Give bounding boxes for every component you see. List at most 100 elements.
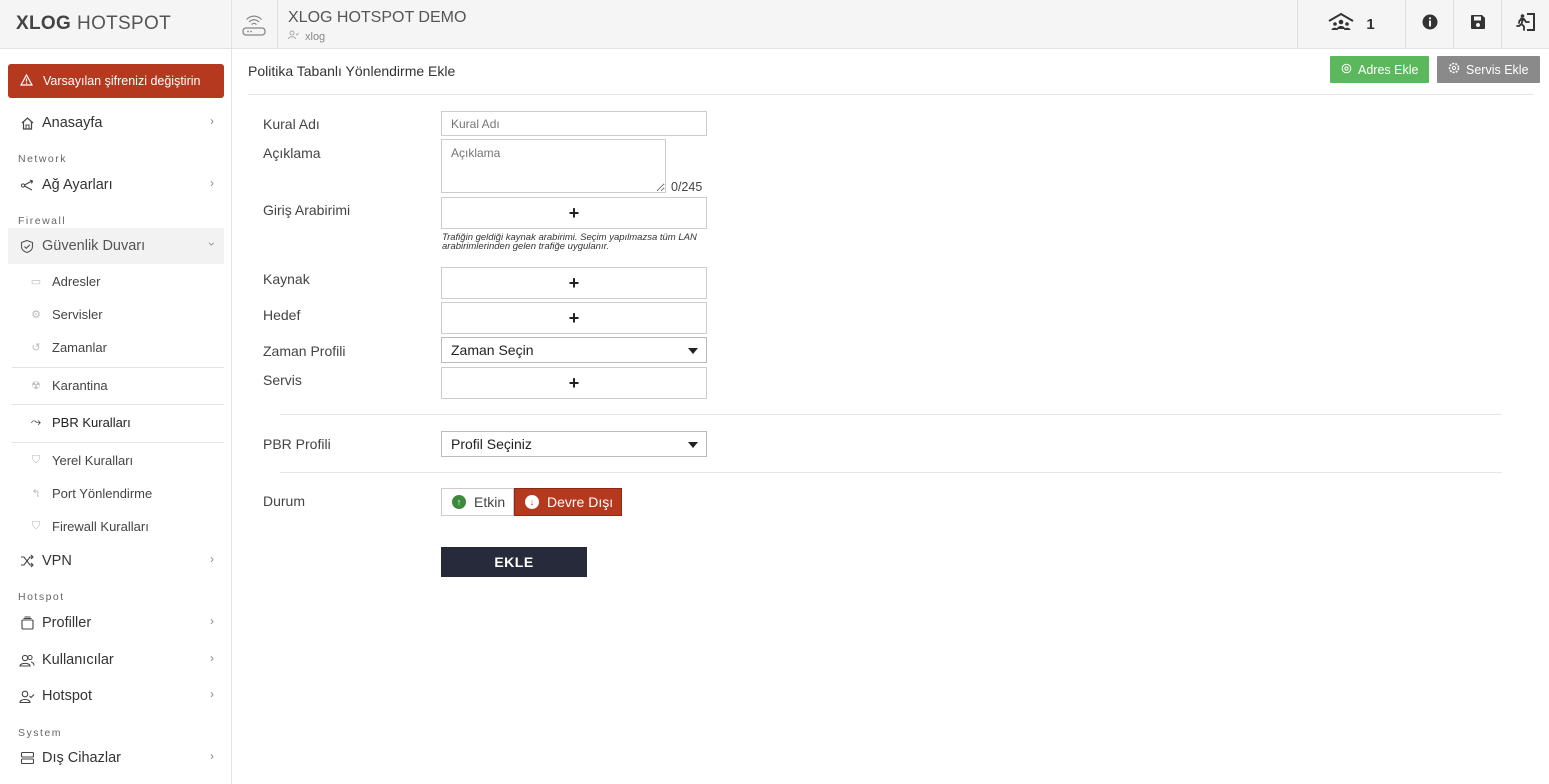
info-button[interactable]: [1405, 0, 1453, 48]
chevron-right-icon: ›: [210, 687, 214, 701]
app-title: XLOG HOTSPOT DEMO: [288, 9, 467, 26]
input-interface-label: Giriş Arabirimi: [263, 202, 351, 218]
sidebar-subitem-quarantine[interactable]: ☢ Karantina: [28, 370, 224, 400]
brand-logo[interactable]: XLOG HOTSPOT: [0, 0, 231, 49]
add-input-interface-button[interactable]: +: [441, 197, 707, 229]
cog-icon: [1448, 62, 1460, 77]
server-icon: [18, 749, 36, 767]
top-header: XLOG HOTSPOT DEMO xlog 1: [232, 0, 1549, 49]
current-user: xlog: [288, 30, 325, 43]
cog-icon: ⚙: [31, 308, 41, 321]
time-profile-label: Zaman Profili: [263, 343, 346, 359]
pbr-profile-label: PBR Profili: [263, 436, 331, 452]
divider: [280, 414, 1502, 415]
add-destination-button[interactable]: +: [441, 302, 707, 334]
info-icon: [1422, 14, 1438, 35]
sidebar-item-hotspot[interactable]: Hotspot ›: [8, 678, 224, 714]
add-address-button[interactable]: Adres Ekle: [1330, 56, 1430, 83]
add-source-button[interactable]: +: [441, 267, 707, 299]
network-users-icon: [1328, 12, 1354, 37]
destination-label: Hedef: [263, 307, 301, 323]
input-interface-hint: Trafiğin geldiği kaynak arabirimi. Seçim…: [442, 232, 697, 252]
sidebar-subitem-addresses[interactable]: ▭ Adresler: [28, 266, 224, 296]
redirect-icon: ↰: [31, 487, 41, 500]
sidebar-subitem-services[interactable]: ⚙ Servisler: [28, 299, 224, 329]
sidebar-item-firewall[interactable]: Güvenlik Duvarı ›: [8, 228, 224, 264]
user-icon: [288, 30, 299, 43]
shield-check-icon: [18, 237, 36, 255]
divider: [248, 94, 1534, 95]
alert-text: Varsayılan şifrenizi değiştirin: [43, 74, 201, 88]
router-icon: [240, 11, 268, 39]
shield-icon: ⛉: [31, 453, 41, 466]
chevron-right-icon: ›: [210, 552, 214, 566]
section-network: Network: [18, 153, 68, 165]
description-textarea[interactable]: [441, 139, 666, 193]
chevron-right-icon: ›: [210, 749, 214, 763]
caret-down-icon: [688, 348, 698, 354]
address-book-icon: ▭: [30, 275, 42, 288]
divider: [12, 404, 224, 405]
sidebar-item-home[interactable]: Anasayfa ›: [8, 105, 224, 141]
arrow-down-circle-icon: ↓: [525, 495, 539, 509]
save-icon: [1470, 14, 1486, 35]
section-system: System: [18, 727, 63, 739]
time-profile-select[interactable]: Zaman Seçin: [441, 337, 707, 363]
sidebar-item-network-settings[interactable]: Ağ Ayarları ›: [8, 167, 224, 203]
char-counter: 0/245: [671, 180, 703, 194]
rule-name-label: Kural Adı: [263, 116, 320, 132]
sidebar-subitem-port-forwarding[interactable]: ↰ Port Yönlendirme: [28, 478, 224, 508]
divider: [277, 0, 278, 48]
page-title: Politika Tabanlı Yönlendirme Ekle: [248, 63, 456, 79]
shield-icon: ⛉: [31, 519, 41, 532]
sidebar-subitem-firewall-rules[interactable]: ⛉ Firewall Kuralları: [28, 511, 224, 541]
user-check-icon: [18, 687, 36, 705]
add-service-field-button[interactable]: +: [441, 367, 707, 399]
shuffle-icon: [18, 552, 36, 570]
source-label: Kaynak: [263, 271, 310, 287]
chevron-right-icon: ›: [210, 176, 214, 190]
chevron-down-icon: ›: [205, 242, 219, 246]
arrow-up-circle-icon: ↑: [452, 495, 466, 509]
sidebar-subitem-schedules[interactable]: ↺ Zamanlar: [28, 332, 224, 362]
sidebar-item-external-devices[interactable]: Dış Cihazlar ›: [8, 740, 224, 776]
users-icon: [18, 651, 36, 669]
online-count: 1: [1366, 15, 1375, 33]
chevron-right-icon: ›: [210, 651, 214, 665]
divider: [12, 442, 224, 443]
route-icon: ⤳: [30, 414, 42, 429]
save-button[interactable]: [1453, 0, 1501, 48]
submit-add-button[interactable]: EKLE: [441, 547, 587, 577]
caret-down-icon: [688, 442, 698, 448]
share-icon: [18, 176, 36, 194]
divider: [280, 472, 1502, 473]
section-firewall: Firewall: [18, 215, 67, 227]
logout-button[interactable]: [1501, 0, 1549, 48]
biohazard-icon: ☢: [31, 379, 41, 392]
rule-name-input[interactable]: [441, 111, 707, 136]
pbr-profile-select[interactable]: Profil Seçiniz: [441, 431, 707, 457]
layers-icon: [18, 614, 36, 632]
section-hotspot: Hotspot: [18, 591, 65, 603]
sidebar-subitem-pbr-rules[interactable]: ⤳ PBR Kuralları: [28, 407, 224, 437]
chevron-right-icon: ›: [210, 614, 214, 628]
description-label: Açıklama: [263, 145, 321, 161]
chevron-right-icon: ›: [210, 114, 214, 128]
logout-icon: [1515, 12, 1536, 36]
history-icon: ↺: [31, 341, 41, 354]
target-icon: [1341, 63, 1352, 77]
status-label: Durum: [263, 493, 306, 509]
status-disabled-button[interactable]: ↓ Devre Dışı: [514, 488, 622, 516]
online-users-button[interactable]: 1: [1297, 0, 1405, 48]
service-label: Servis: [263, 372, 302, 388]
warning-icon: [19, 73, 34, 89]
sidebar-item-profiles[interactable]: Profiller ›: [8, 605, 224, 641]
divider: [12, 367, 224, 368]
change-password-alert[interactable]: Varsayılan şifrenizi değiştirin: [8, 64, 224, 98]
add-service-button[interactable]: Servis Ekle: [1437, 56, 1540, 83]
sidebar: XLOG HOTSPOT Varsayılan şifrenizi değişti…: [0, 0, 232, 784]
sidebar-item-vpn[interactable]: VPN ›: [8, 543, 224, 579]
status-enabled-button[interactable]: ↑ Etkin: [441, 488, 514, 516]
sidebar-item-users[interactable]: Kullanıcılar ›: [8, 642, 224, 678]
sidebar-subitem-local-rules[interactable]: ⛉ Yerel Kuralları: [28, 445, 224, 475]
